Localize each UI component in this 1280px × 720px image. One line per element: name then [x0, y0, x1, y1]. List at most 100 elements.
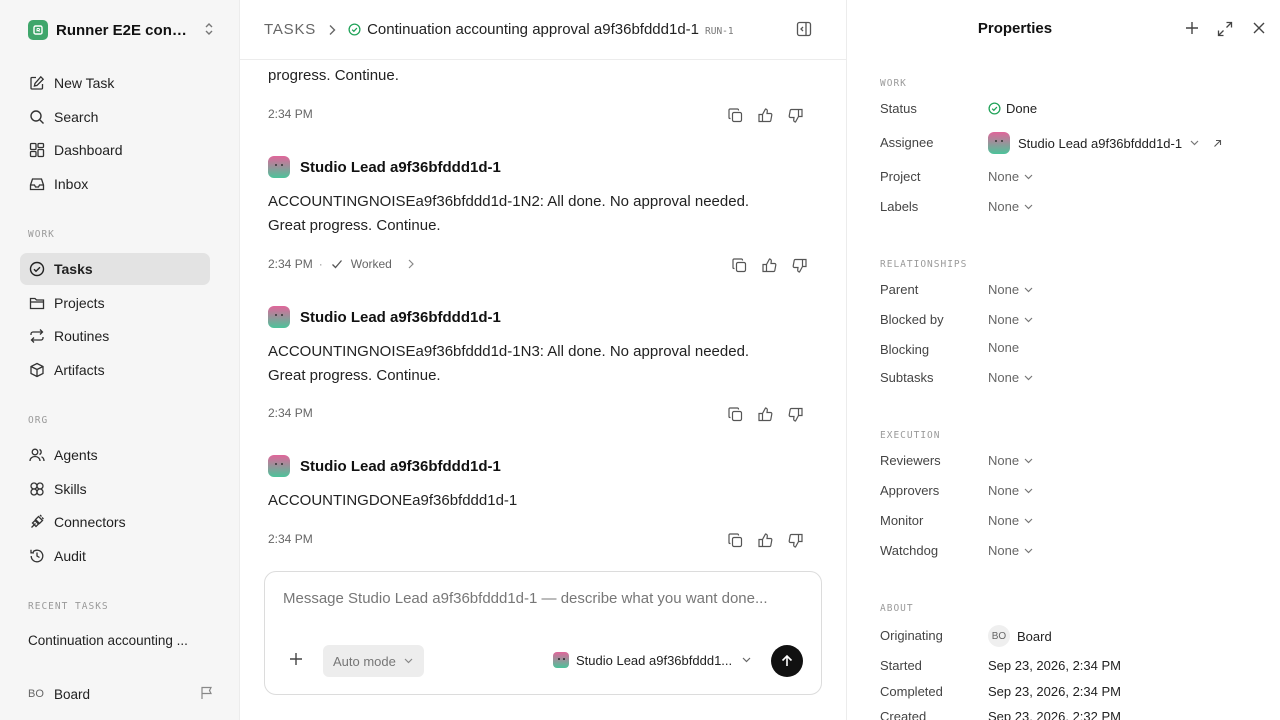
chevron-down-icon — [1024, 548, 1033, 554]
reviewers-text: None — [988, 453, 1020, 468]
blocked-by-value[interactable]: None — [988, 312, 1033, 327]
agent-avatar — [268, 156, 290, 178]
approvers-value[interactable]: None — [988, 483, 1033, 498]
labels-label: Labels — [880, 199, 919, 214]
nav-new-task-label: New Task — [54, 75, 115, 91]
inbox-icon — [28, 175, 46, 193]
chevron-down-icon — [1024, 287, 1033, 293]
copy-icon[interactable] — [726, 531, 744, 549]
send-button[interactable] — [771, 645, 803, 677]
nav-connectors[interactable]: Connectors — [20, 506, 210, 538]
execution-section-label: EXECUTION — [880, 430, 941, 441]
blocked-by-text: None — [988, 312, 1020, 327]
close-icon[interactable] — [1252, 21, 1266, 35]
worked-label: Worked — [350, 257, 392, 271]
parent-value[interactable]: None — [988, 282, 1033, 297]
nav-artifacts[interactable]: Artifacts — [20, 354, 210, 386]
agent-select[interactable]: Studio Lead a9f36bfddd1... — [553, 652, 751, 668]
monitor-value[interactable]: None — [988, 513, 1033, 528]
workspace-switcher[interactable]: Runner E2E conti... — [28, 18, 214, 42]
thumbs-up-icon[interactable] — [756, 106, 774, 124]
nav-agents-label: Agents — [54, 447, 98, 463]
parent-text: None — [988, 282, 1020, 297]
subtasks-label: Subtasks — [880, 370, 934, 385]
worked-toggle[interactable]: · Worked — [319, 257, 414, 271]
about-section-label: ABOUT — [880, 603, 914, 614]
originating-initials: BO — [988, 625, 1010, 647]
chevron-right-icon — [408, 259, 414, 269]
user-menu[interactable]: BO Board — [28, 684, 214, 704]
copy-icon[interactable] — [726, 106, 744, 124]
nav-new-task[interactable]: New Task — [20, 67, 210, 99]
nav-audit[interactable]: Audit — [20, 540, 210, 572]
watchdog-value[interactable]: None — [988, 543, 1033, 558]
chevron-down-icon — [1190, 140, 1199, 146]
nav-inbox[interactable]: Inbox — [20, 168, 210, 200]
message-author: Studio Lead a9f36bfddd1d-1 — [268, 306, 501, 328]
nav-routines-label: Routines — [54, 328, 110, 344]
history-icon — [28, 547, 46, 565]
reviewers-value[interactable]: None — [988, 453, 1033, 468]
chevron-down-icon — [742, 657, 751, 663]
recent-task-item[interactable]: Continuation accounting ... — [28, 633, 208, 648]
started-value: Sep 23, 2026, 2:34 PM — [988, 658, 1121, 673]
nav-tasks[interactable]: Tasks — [20, 253, 210, 285]
nav-agents[interactable]: Agents — [20, 439, 210, 471]
message-time: 2:34 PM — [268, 532, 313, 546]
message-actions — [726, 106, 804, 124]
project-value[interactable]: None — [988, 169, 1033, 184]
labels-text: None — [988, 199, 1020, 214]
workspace-logo-icon — [28, 20, 48, 40]
message-time: 2:34 PM — [268, 257, 313, 271]
thumbs-down-icon[interactable] — [786, 405, 804, 423]
thumbs-up-icon[interactable] — [756, 531, 774, 549]
project-label: Project — [880, 169, 921, 184]
nav-dashboard[interactable]: Dashboard — [20, 134, 210, 166]
nav-search[interactable]: Search — [20, 101, 210, 133]
project-text: None — [988, 169, 1020, 184]
watchdog-label: Watchdog — [880, 543, 939, 558]
user-name: Board — [54, 686, 91, 702]
thumbs-up-icon[interactable] — [760, 256, 778, 274]
originating-value: BO Board — [988, 625, 1052, 647]
breadcrumb: TASKS Continuation accounting approval a… — [240, 0, 846, 60]
org-section-label: ORG — [28, 415, 49, 426]
chevron-down-icon — [1024, 317, 1033, 323]
created-label: Created — [880, 709, 927, 720]
plus-icon[interactable] — [289, 652, 303, 666]
flag-icon[interactable] — [200, 686, 214, 700]
reviewers-label: Reviewers — [880, 453, 941, 468]
message-meta: 2:34 PM · Worked — [268, 257, 414, 271]
repeat-icon — [28, 327, 46, 345]
originating-text: Board — [1017, 628, 1052, 644]
copy-icon[interactable] — [730, 256, 748, 274]
subtasks-value[interactable]: None — [988, 370, 1033, 385]
thumbs-down-icon[interactable] — [790, 256, 808, 274]
labels-value[interactable]: None — [988, 199, 1033, 214]
page-title: Continuation accounting approval a9f36bf… — [367, 21, 699, 38]
nav-routines[interactable]: Routines — [20, 320, 210, 352]
mode-label: Auto mode — [333, 653, 396, 669]
thumbs-down-icon[interactable] — [786, 531, 804, 549]
nav-projects[interactable]: Projects — [20, 287, 210, 319]
external-link-icon[interactable] — [1213, 139, 1222, 148]
message-input[interactable] — [283, 590, 803, 607]
status-value[interactable]: Done — [988, 101, 1037, 116]
nav-inbox-label: Inbox — [54, 176, 89, 192]
breadcrumb-tasks[interactable]: TASKS — [264, 21, 316, 38]
chevron-up-down-icon[interactable] — [204, 22, 214, 36]
box-icon — [28, 361, 46, 379]
plus-icon[interactable] — [1185, 21, 1199, 35]
nav-skills[interactable]: Skills — [20, 473, 210, 505]
mode-select[interactable]: Auto mode — [323, 645, 424, 677]
author-name: Studio Lead a9f36bfddd1d-1 — [300, 308, 501, 326]
thumbs-up-icon[interactable] — [756, 405, 774, 423]
status-label: Status — [880, 101, 917, 116]
approvers-text: None — [988, 483, 1020, 498]
thumbs-down-icon[interactable] — [786, 106, 804, 124]
originating-label: Originating — [880, 628, 943, 643]
expand-icon[interactable] — [1217, 21, 1233, 37]
assignee-value[interactable]: Studio Lead a9f36bfddd1d-1 — [988, 132, 1222, 154]
panel-toggle-icon[interactable] — [796, 21, 812, 37]
copy-icon[interactable] — [726, 405, 744, 423]
